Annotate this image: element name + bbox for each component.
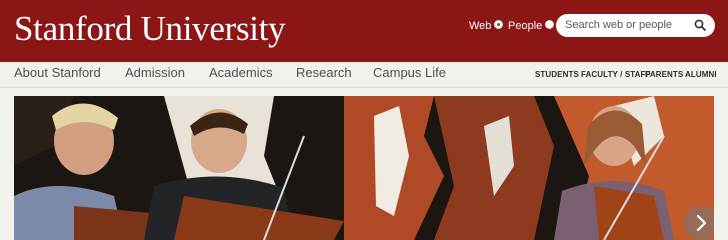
nav-item-academics[interactable]: Academics [209, 65, 273, 80]
nav-item-admission[interactable]: Admission [125, 65, 185, 80]
utility-link-parents[interactable]: PARENTS [645, 70, 683, 79]
site-logo[interactable]: Stanford University [14, 9, 286, 49]
radio-label-people: People [508, 20, 543, 32]
search-scope-web[interactable]: Web [469, 19, 504, 32]
search-input[interactable]: Search web or people [556, 14, 715, 37]
radio-web[interactable] [494, 19, 504, 29]
main-navigation: About Stanford Admission Academics Resea… [0, 62, 728, 88]
radio-people[interactable] [545, 19, 555, 29]
utility-link-faculty-staff[interactable]: FACULTY / STAFF [581, 70, 651, 79]
nav-item-about[interactable]: About Stanford [14, 65, 101, 80]
utility-link-students[interactable]: STUDENTS [535, 70, 579, 79]
utility-link-alumni[interactable]: ALUMNI [685, 70, 717, 79]
search-scope-people[interactable]: People [508, 19, 555, 32]
site-header: Stanford University Web People Search we… [0, 0, 728, 62]
nav-item-research[interactable]: Research [296, 65, 352, 80]
hero-carousel[interactable] [14, 96, 714, 240]
search-placeholder: Search web or people [565, 19, 673, 31]
search-icon[interactable] [694, 19, 706, 31]
nav-item-campus-life[interactable]: Campus Life [373, 65, 446, 80]
chevron-right-icon [696, 214, 707, 232]
hero-image [14, 96, 714, 240]
radio-label-web: Web [469, 20, 492, 32]
carousel-next-button[interactable] [684, 206, 714, 240]
